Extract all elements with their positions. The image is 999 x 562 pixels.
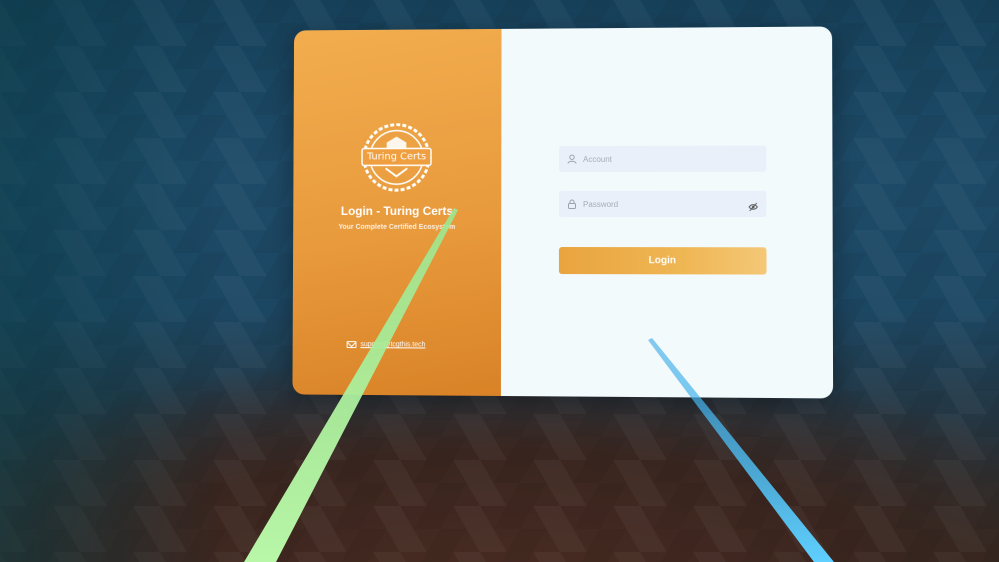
password-field[interactable] [558, 190, 767, 218]
login-form: Login [500, 26, 834, 399]
account-input[interactable] [583, 154, 724, 164]
contact-email: support@tcgthis.tech [346, 341, 425, 349]
password-input[interactable] [582, 199, 724, 209]
page-subtitle: Your Complete Certified Ecosystem [338, 223, 456, 231]
login-button[interactable]: Login [558, 247, 767, 275]
login-card: Turing Certs Login - Turing Certs Your C… [292, 26, 834, 399]
brand-panel: Turing Certs Login - Turing Certs Your C… [292, 28, 502, 396]
account-field[interactable] [559, 145, 767, 173]
page-title: Login - Turing Certs [340, 204, 454, 218]
lock-icon [567, 199, 577, 209]
logo-text: Turing Certs [366, 151, 427, 163]
turing-certs-logo: Turing Certs [354, 115, 439, 200]
background-shade [0, 0, 220, 562]
eye-icon[interactable] [748, 199, 758, 209]
user-icon [567, 154, 577, 164]
mail-icon [346, 341, 357, 349]
email-link[interactable]: support@tcgthis.tech [360, 341, 425, 348]
